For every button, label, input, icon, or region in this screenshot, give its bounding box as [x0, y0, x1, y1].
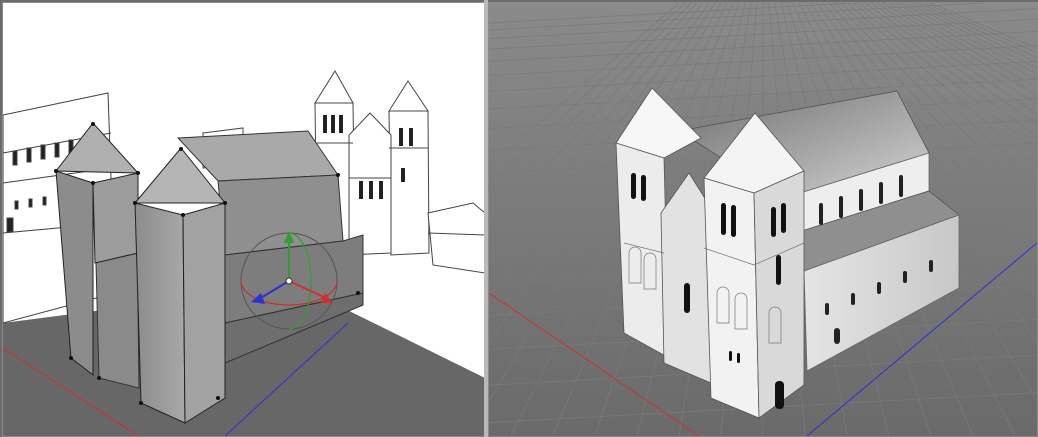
dual-viewport-app	[0, 0, 1038, 437]
right-viewport[interactable]	[488, 2, 1038, 437]
right-viewport-canvas	[489, 3, 1037, 436]
left-viewport-canvas	[3, 70, 485, 436]
left-viewport[interactable]	[2, 2, 486, 437]
